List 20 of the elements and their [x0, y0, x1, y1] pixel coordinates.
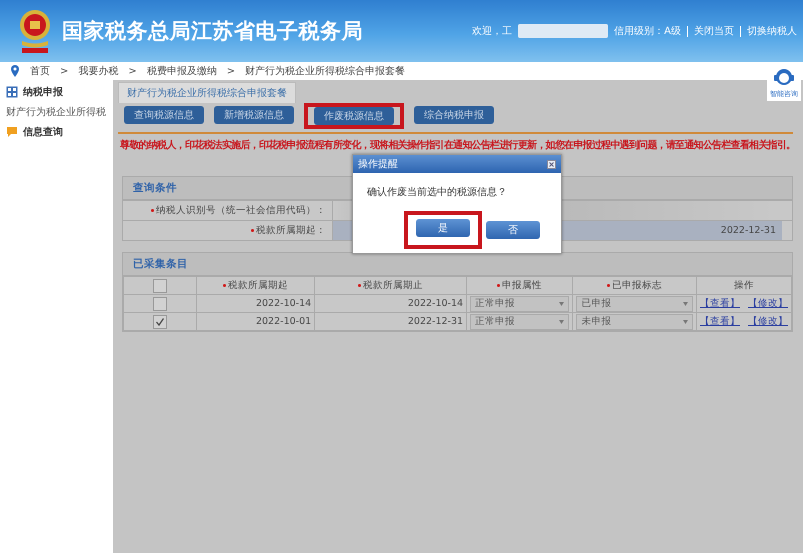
- site-title: 国家税务总局江苏省电子税务局: [62, 18, 363, 45]
- breadcrumb-separator: >: [128, 66, 137, 76]
- column-header: 操作: [734, 280, 754, 291]
- notice-text: 尊敬的纳税人，印花税法实施后，印花税申报流程有所变化，现将相关操作指引在通知公告栏进行更新，如您在申报过程中遇到问题，请至通知公告栏查看相关指引。: [120, 138, 796, 152]
- dialog-title: 操作提醒: [358, 158, 398, 171]
- breadcrumb-separator: >: [226, 66, 236, 76]
- column-header: 申报属性: [497, 279, 542, 292]
- column-header: 税款所属期起: [223, 279, 288, 292]
- credit-level: 信用级别：A级: [614, 25, 681, 38]
- table-cell: 2022-10-14: [314, 294, 467, 312]
- panel-title: 查询条件: [133, 181, 177, 195]
- table-cell: 2022-10-01: [196, 312, 315, 330]
- dialog-message: 确认作废当前选中的税源信息？: [366, 186, 508, 199]
- table-cell: 2022-10-14: [196, 294, 315, 312]
- column-header: 税款所属期止: [358, 279, 424, 292]
- column-header: 已申报标志: [607, 279, 662, 292]
- table-cell: 2022-12-31: [314, 312, 467, 330]
- panel-title: 已采集条目: [133, 257, 188, 271]
- welcome-text: 欢迎，工: [472, 24, 512, 38]
- breadcrumb-separator: >: [60, 66, 68, 76]
